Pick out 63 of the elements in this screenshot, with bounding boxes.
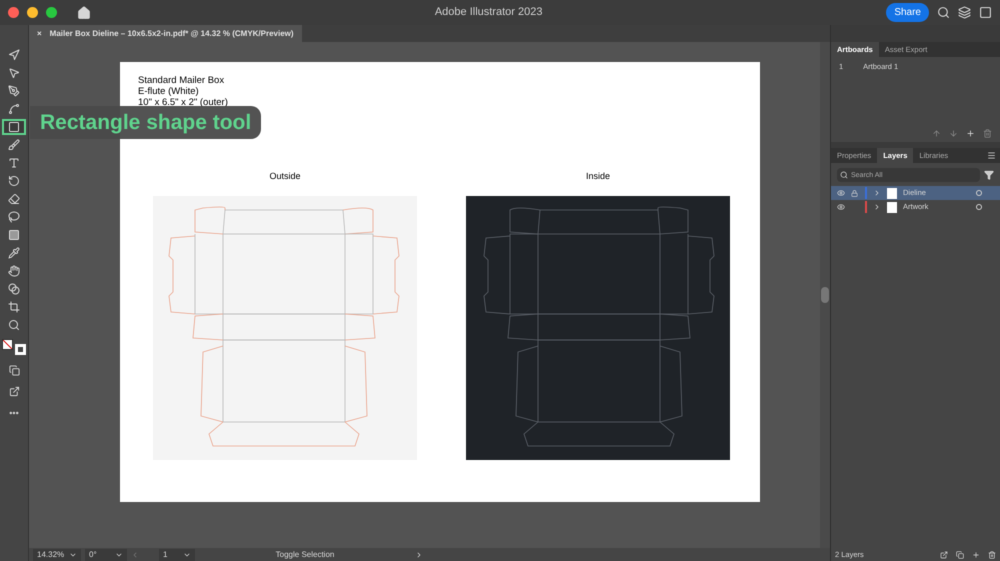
target-icon[interactable] [976,190,982,196]
share-button[interactable]: Share [886,3,929,22]
arrow-icon [8,49,20,61]
panel-label: Outside [269,170,301,183]
pointer-icon [8,67,20,79]
more-tools-button[interactable]: ••• [9,407,19,420]
layer-thumbnail [887,188,897,198]
target-icon[interactable] [976,204,982,210]
filter-icon[interactable] [984,170,994,180]
artboard-text: 10" x 6.5" x 2" (outer) [138,97,229,108]
curve-icon [8,103,20,115]
blend-icon [8,283,20,295]
panel-label: Inside [586,170,610,183]
play-icon[interactable] [415,550,423,558]
hand-icon [8,265,20,277]
status-text: Toggle Selection [276,548,334,560]
maximize-window-button[interactable] [46,7,57,18]
rotate-icon [8,175,20,187]
tab-title: Mailer Box Dieline – 10x6.5x2-in.pdf* @ 14.32 % (CMYK/Preview) [50,28,294,40]
panel-menu-icon[interactable] [987,151,996,160]
panel-icon[interactable] [979,6,992,19]
stroke-swatch-icon[interactable] [15,344,26,355]
eyedropper-icon [8,247,20,259]
lasso-icon [8,211,20,223]
visibility-icon[interactable] [837,189,845,197]
screen-mode-icon[interactable] [8,386,20,397]
artboard-field[interactable]: 1 [159,548,195,560]
draw-mode-icon[interactable] [8,365,20,376]
export-icon[interactable] [940,550,948,558]
eraser-icon [8,193,20,205]
fill-swatch-icon[interactable] [2,339,13,350]
tool-button[interactable] [2,119,26,135]
zoom-icon [8,319,20,331]
crop-icon [8,301,20,313]
close-window-button[interactable] [8,7,19,18]
collect-icon[interactable] [956,550,964,558]
minimize-window-button[interactable] [27,7,38,18]
artboard-text: Standard Mailer Box [138,75,226,86]
artboard-text: E-flute (White) [138,86,200,97]
home-icon[interactable] [77,6,91,20]
layer-thumbnail [887,202,897,212]
move-up-icon[interactable] [932,129,941,138]
lock-icon[interactable] [851,190,858,196]
window-title: Adobe Illustrator 2023 [434,5,542,20]
scrollbar-thumb[interactable] [821,287,829,303]
new-artboard-icon[interactable] [966,129,975,138]
document-tab[interactable]: × Mailer Box Dieline – 10x6.5x2-in.pdf* @ 14.32 % (CMYK/Preview) [29,25,302,42]
rotation-field[interactable]: 0° [85,548,127,560]
search-icon [840,171,848,179]
delete-icon[interactable] [983,129,992,138]
brush-icon [8,139,20,151]
rectangle-icon [8,121,20,133]
move-down-icon[interactable] [949,129,958,138]
pen-icon [8,85,20,97]
workspace-icon[interactable] [958,6,971,19]
delete-layer-icon[interactable] [988,550,996,558]
close-tab-button[interactable]: × [37,28,42,40]
visibility-icon[interactable] [837,203,845,211]
zoom-field[interactable]: 14.32% [33,548,81,560]
new-layer-icon[interactable] [972,550,980,558]
type-icon [8,157,20,169]
search-icon[interactable] [937,6,950,19]
callout-label: Rectangle shape tool [30,106,262,139]
